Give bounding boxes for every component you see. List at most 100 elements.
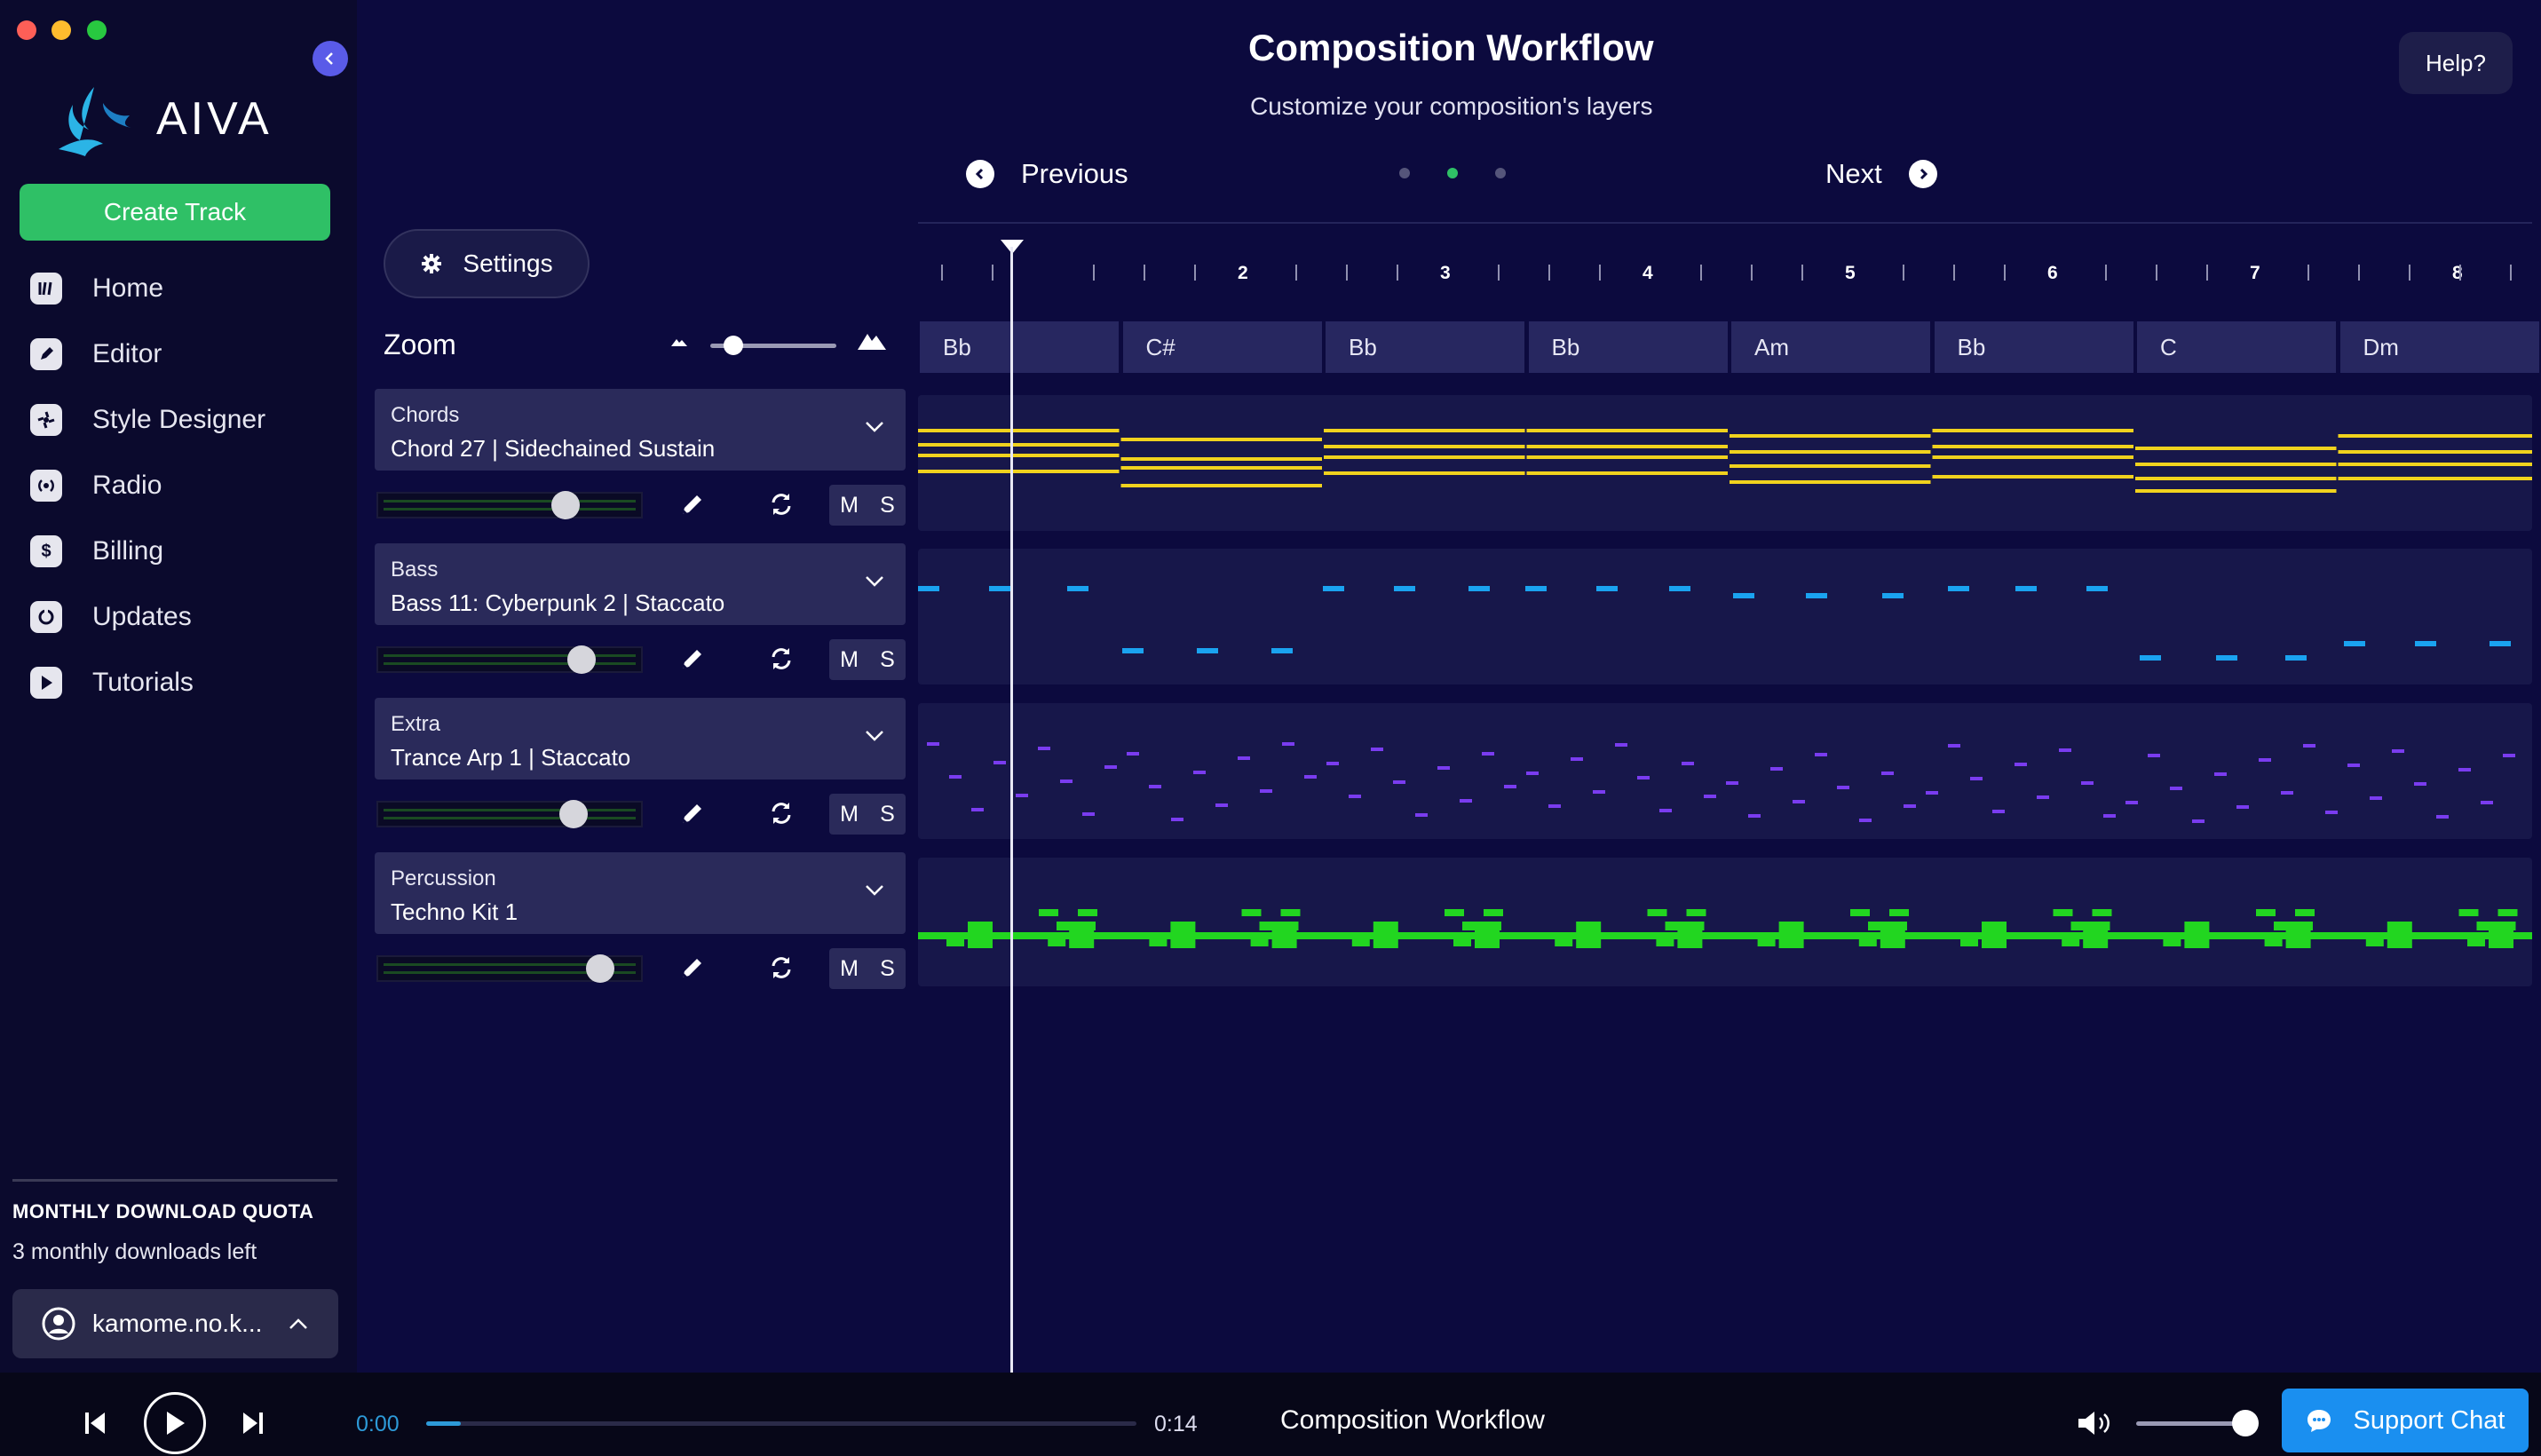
hat-note: [1686, 909, 1706, 916]
solo-button[interactable]: S: [880, 956, 895, 982]
chevron-down-icon: [866, 731, 883, 741]
chord-cell[interactable]: Bb: [1528, 321, 1728, 373]
mute-button[interactable]: M: [840, 493, 859, 518]
create-track-button[interactable]: Create Track: [20, 184, 330, 241]
arp-note: [2303, 744, 2315, 748]
tom-note: [1462, 922, 1501, 930]
mute-button[interactable]: M: [840, 956, 859, 982]
chord-cell[interactable]: Bb: [1326, 321, 1524, 373]
zoom-in-icon[interactable]: [856, 330, 888, 352]
chord-cell[interactable]: Am: [1731, 321, 1930, 373]
sidebar-collapse-button[interactable]: [313, 41, 348, 76]
skip-back-button[interactable]: [82, 1408, 108, 1438]
sidebar: AIVA Create Track Home Editor Style Desi…: [0, 0, 357, 1373]
regenerate-track-button[interactable]: [764, 487, 799, 522]
beat-tick: [1751, 265, 1753, 281]
snare-note: [1555, 932, 1573, 946]
chord-cell[interactable]: Bb: [920, 321, 1119, 373]
bass-note: [1323, 586, 1344, 591]
snare-note: [1960, 932, 1978, 946]
pencil-icon: [683, 495, 701, 514]
settings-button[interactable]: Settings: [384, 229, 590, 298]
regenerate-track-button[interactable]: [764, 795, 799, 831]
sidebar-item-radio[interactable]: Radio: [30, 463, 162, 508]
track-volume-handle[interactable]: [559, 800, 588, 828]
edit-track-button[interactable]: [675, 795, 710, 831]
window-minimize-button[interactable]: [51, 20, 71, 40]
arp-note: [2503, 754, 2515, 757]
solo-button[interactable]: S: [880, 802, 895, 827]
timeline-ruler[interactable]: 2345678: [918, 238, 2532, 291]
track-volume-handle[interactable]: [551, 491, 580, 519]
bass-note: [1197, 648, 1218, 653]
chord-cell[interactable]: C: [2137, 321, 2336, 373]
support-chat-button[interactable]: Support Chat: [2282, 1389, 2529, 1452]
track-volume-slider[interactable]: [376, 801, 643, 827]
mute-button[interactable]: M: [840, 802, 859, 827]
step-dot-1[interactable]: [1399, 168, 1410, 178]
chord-cell[interactable]: Dm: [2339, 321, 2539, 373]
master-volume-slider[interactable]: [2136, 1421, 2246, 1426]
chord-note: [2338, 450, 2532, 454]
help-button[interactable]: Help?: [2399, 32, 2513, 94]
playhead[interactable]: [1010, 247, 1013, 1373]
bass-note: [1122, 648, 1144, 653]
step-dot-3[interactable]: [1495, 168, 1506, 178]
mute-button[interactable]: M: [840, 647, 859, 673]
edit-track-button[interactable]: [675, 487, 710, 522]
percussion-lane[interactable]: [918, 858, 2532, 986]
sidebar-item-style-designer[interactable]: Style Designer: [30, 398, 265, 442]
track-selector-chords[interactable]: Chords Chord 27 | Sidechained Sustain: [375, 389, 906, 471]
sidebar-item-updates[interactable]: Updates: [30, 595, 192, 639]
progress-bar[interactable]: [426, 1421, 1136, 1426]
track-volume-slider[interactable]: [376, 646, 643, 673]
track-selector-bass[interactable]: Bass Bass 11: Cyberpunk 2 | Staccato: [375, 543, 906, 625]
zoom-out-icon[interactable]: [669, 336, 689, 348]
aiva-logo[interactable]: AIVA: [53, 82, 273, 156]
solo-button[interactable]: S: [880, 493, 895, 518]
mute-solo-group: MS: [829, 485, 906, 526]
zoom-label: Zoom: [384, 328, 456, 360]
solo-button[interactable]: S: [880, 647, 895, 673]
home-icon: [30, 273, 62, 305]
chord-cell[interactable]: Bb: [1934, 321, 2133, 373]
hat-note: [2256, 909, 2276, 916]
previous-button[interactable]: Previous: [966, 158, 1128, 190]
track-selector-percussion[interactable]: Percussion Techno Kit 1: [375, 852, 906, 934]
chevron-down-icon: [866, 885, 883, 896]
volume-button[interactable]: [2076, 1408, 2115, 1438]
edit-track-button[interactable]: [675, 950, 710, 985]
track-volume-handle[interactable]: [567, 645, 596, 674]
track-volume-slider[interactable]: [376, 492, 643, 518]
arp-note: [1415, 813, 1428, 817]
bass-lane[interactable]: [918, 549, 2532, 684]
track-volume-handle[interactable]: [586, 954, 614, 983]
user-menu[interactable]: kamome.no.k...: [12, 1289, 338, 1358]
next-button[interactable]: Next: [1825, 158, 1937, 190]
quota-divider: [12, 1179, 337, 1182]
chord-note: [918, 429, 1120, 432]
mute-solo-group: MS: [829, 639, 906, 680]
chord-cell[interactable]: C#: [1122, 321, 1322, 373]
window-maximize-button[interactable]: [87, 20, 107, 40]
master-volume-handle[interactable]: [2232, 1410, 2259, 1436]
sidebar-item-editor[interactable]: Editor: [30, 332, 162, 376]
chord-note: [918, 454, 1120, 457]
extra-lane[interactable]: [918, 703, 2532, 839]
regenerate-track-button[interactable]: [764, 641, 799, 677]
sidebar-item-tutorials[interactable]: Tutorials: [30, 661, 194, 705]
mute-solo-group: MS: [829, 948, 906, 989]
window-close-button[interactable]: [17, 20, 36, 40]
play-button[interactable]: [144, 1392, 206, 1454]
sidebar-item-billing[interactable]: $ Billing: [30, 529, 163, 574]
regenerate-track-button[interactable]: [764, 950, 799, 985]
skip-forward-button[interactable]: [240, 1408, 266, 1438]
hat-note: [2295, 909, 2315, 916]
chords-lane[interactable]: [918, 395, 2532, 531]
sidebar-item-home[interactable]: Home: [30, 266, 163, 311]
support-chat-label: Support Chat: [2353, 1405, 2505, 1435]
track-selector-extra[interactable]: Extra Trance Arp 1 | Staccato: [375, 698, 906, 779]
zoom-slider-handle[interactable]: [724, 336, 743, 355]
edit-track-button[interactable]: [675, 641, 710, 677]
step-dot-2[interactable]: [1447, 168, 1458, 178]
